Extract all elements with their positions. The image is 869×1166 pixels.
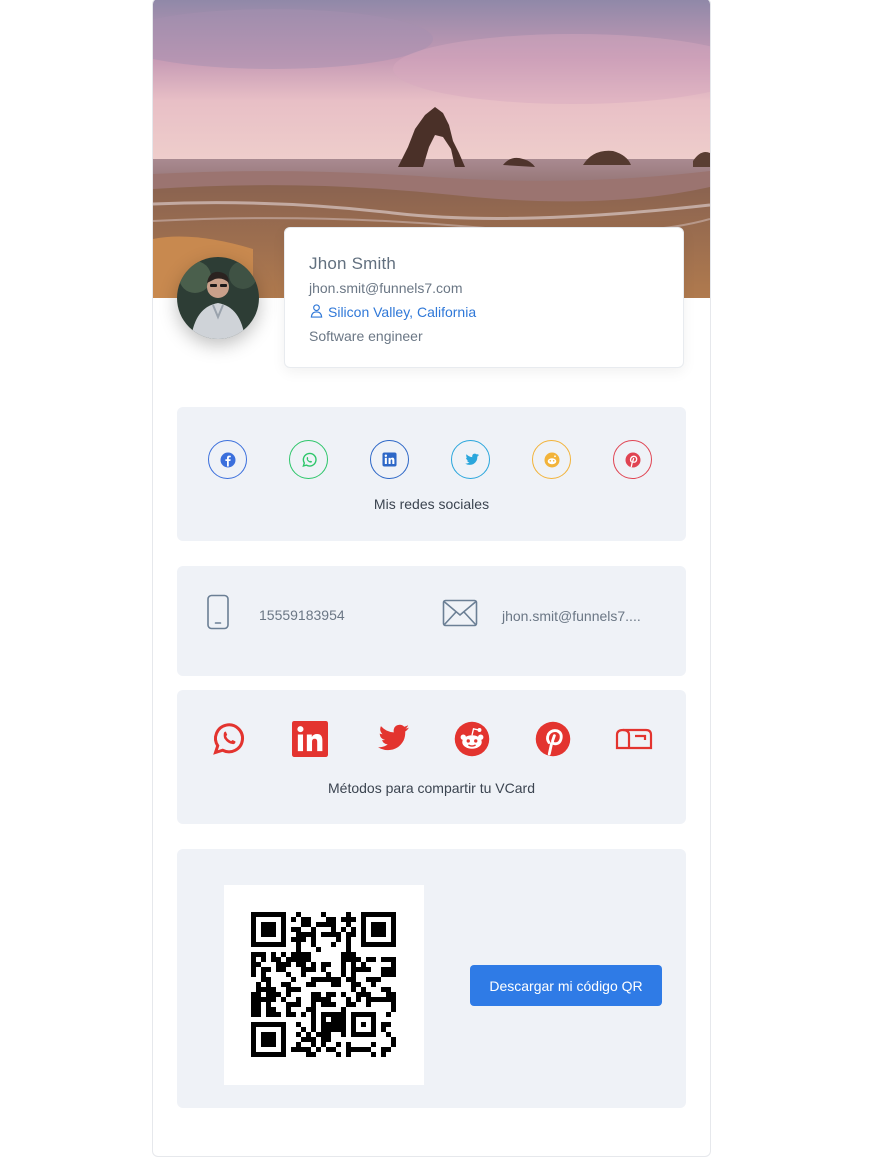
facebook-button[interactable] [208, 440, 247, 479]
mobile-phone-icon [206, 594, 230, 635]
envelope-icon [442, 599, 478, 632]
profile-avatar [177, 257, 259, 339]
profile-name: Jhon Smith [309, 254, 397, 273]
pinterest-icon [535, 721, 571, 757]
profile-location[interactable]: Silicon Valley, California [309, 303, 659, 321]
pinterest-icon [625, 452, 640, 467]
qr-code-panel: Descargar mi código QR [177, 849, 686, 1108]
share-methods-panel: Métodos para compartir tu VCard [177, 690, 686, 824]
social-networks-panel: Mis redes sociales [177, 407, 686, 541]
profile-job-title: Software engineer [309, 328, 423, 344]
share-reddit-button[interactable] [453, 720, 491, 758]
mailbox-icon [615, 728, 653, 750]
facebook-icon [220, 452, 235, 467]
profile-info-card: Jhon Smith jhon.smit@funnels7.com Silico… [284, 227, 684, 368]
email-contact[interactable]: jhon.smit@funnels7.... [442, 599, 641, 632]
contact-email: jhon.smit@funnels7.... [502, 607, 641, 624]
share-mailbox-button[interactable] [615, 720, 653, 758]
social-caption: Mis redes sociales [373, 496, 490, 512]
pinterest-button[interactable] [613, 440, 652, 479]
profile-email: jhon.smit@funnels7.com [309, 280, 463, 296]
user-location-icon [309, 303, 324, 321]
share-caption: Métodos para compartir tu VCard [328, 780, 535, 796]
share-twitter-button[interactable] [372, 720, 410, 758]
share-linkedin-button[interactable] [291, 720, 329, 758]
reddit-button[interactable] [532, 440, 571, 479]
vcard-container: Jhon Smith jhon.smit@funnels7.com Silico… [152, 0, 711, 1157]
contact-panel: 15559183954 jhon.smit@funnels7.... [177, 566, 686, 676]
phone-number: 15559183954 [259, 606, 345, 623]
linkedin-button[interactable] [370, 440, 409, 479]
twitter-button[interactable] [451, 440, 490, 479]
whatsapp-button[interactable] [289, 440, 328, 479]
share-whatsapp-button[interactable] [210, 720, 248, 758]
qr-code-image [224, 885, 424, 1085]
profile-location-text: Silicon Valley, California [328, 304, 477, 320]
twitter-icon [377, 724, 409, 751]
linkedin-icon [292, 721, 328, 757]
share-pinterest-button[interactable] [534, 720, 572, 758]
download-qr-button[interactable]: Descargar mi código QR [470, 965, 662, 1006]
reddit-icon [454, 721, 490, 757]
reddit-icon [544, 452, 559, 467]
whatsapp-icon [301, 452, 317, 467]
linkedin-icon [382, 452, 397, 467]
phone-contact[interactable]: 15559183954 [206, 594, 345, 635]
twitter-icon [464, 453, 479, 465]
whatsapp-icon [213, 723, 244, 755]
